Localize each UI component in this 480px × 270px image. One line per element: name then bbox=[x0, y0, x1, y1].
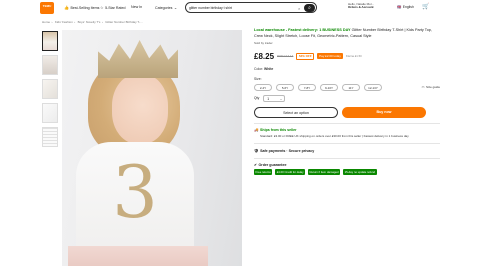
nav-new-in[interactable]: New In bbox=[131, 5, 142, 9]
close-icon[interactable]: × bbox=[298, 6, 300, 11]
size-option[interactable]: 2-4Y bbox=[254, 83, 272, 91]
safe-payments[interactable]: 🛡 Safe payments · Secure privacy bbox=[254, 149, 440, 153]
thumbnail-image[interactable] bbox=[42, 127, 58, 147]
divider bbox=[254, 157, 440, 159]
size-option[interactable]: 11Y bbox=[342, 83, 360, 91]
divider bbox=[254, 122, 440, 124]
guarantee-tag: Free returns bbox=[254, 169, 273, 175]
thumbs-up-icon: 👍 bbox=[64, 5, 69, 10]
image-crown bbox=[98, 40, 178, 78]
guarantee-tag: £4.00 Credit for delay bbox=[275, 169, 305, 175]
qty-label: Qty bbox=[254, 96, 260, 101]
product-main-image[interactable]: 3 bbox=[62, 30, 242, 266]
breadcrumb-item[interactable]: Kids' Fashion bbox=[55, 20, 73, 24]
language-label: English bbox=[402, 5, 414, 9]
top-header: TEMU 👍 Best-Selling Items ☆ 5-Star Rated… bbox=[0, 0, 480, 16]
size-option[interactable]: 9-10Y bbox=[320, 83, 338, 91]
action-buttons: Select an option Buy now bbox=[254, 106, 440, 118]
image-glitter-number: 3 bbox=[112, 150, 158, 234]
thumbnail-image[interactable] bbox=[42, 31, 58, 51]
orders-account-label: Orders & Account bbox=[348, 5, 374, 10]
temu-logo[interactable]: TEMU bbox=[40, 2, 54, 14]
breadcrumb-separator: › bbox=[51, 20, 53, 24]
search-button[interactable]: ⌕ bbox=[304, 4, 315, 12]
shield-check-icon: ✔ bbox=[254, 163, 258, 168]
product-info-panel: Local warehouse - Fastest delivery: 1 BU… bbox=[254, 28, 440, 175]
sold-by[interactable]: Sold by trader bbox=[254, 41, 440, 45]
search-input[interactable] bbox=[189, 5, 297, 11]
breadcrumb: Home › Kids' Fashion › Boys' Novelty T's › … bbox=[42, 20, 143, 24]
size-options: 2-4Y 5-6Y 7-8Y 9-10Y 11Y 12-13Y ▭ Size g… bbox=[254, 83, 440, 91]
shield-icon: 🛡 bbox=[254, 148, 259, 153]
price: £8.25 bbox=[254, 51, 275, 61]
guarantee-tag: Return if item damaged bbox=[307, 169, 341, 175]
size-option[interactable]: 7-8Y bbox=[298, 83, 316, 91]
size-guide-label: Size guide bbox=[425, 85, 440, 90]
payments-title: Safe payments · Secure privacy bbox=[260, 148, 315, 153]
color-label: Color: White bbox=[254, 67, 440, 71]
qty-value: 1 bbox=[267, 96, 270, 101]
search-bar: × ⌕ bbox=[185, 2, 317, 13]
guarantee-title: Order guarantee bbox=[258, 163, 287, 168]
breadcrumb-item[interactable]: Boys' Novelty T's bbox=[78, 20, 101, 24]
buy-now-button[interactable]: Buy now bbox=[342, 106, 426, 118]
search-icon: ⌕ bbox=[308, 5, 311, 11]
size-option[interactable]: 5-6Y bbox=[276, 83, 294, 91]
size-guide-link[interactable]: ▭ Size guide bbox=[422, 85, 440, 89]
star-icon: ☆ bbox=[100, 5, 104, 10]
nav-label: 5-Star Rated bbox=[105, 5, 126, 10]
promo-subtext: Klarna £1.50 bbox=[345, 54, 362, 59]
ruler-icon: ▭ bbox=[421, 85, 425, 90]
account-menu[interactable]: Hello, Natalie Mor... Orders & Account bbox=[348, 2, 374, 10]
quantity-row: Qty 1 ⌄ bbox=[254, 94, 440, 102]
ships-title: Ships from this seller bbox=[259, 128, 297, 133]
divider bbox=[254, 143, 440, 144]
standard-shipping: Standard: £3.00 or FREE UK shipping on o… bbox=[260, 134, 409, 139]
breadcrumb-separator: › bbox=[74, 20, 76, 24]
chevron-down-icon: ⌄ bbox=[173, 5, 178, 10]
breadcrumb-item[interactable]: Home bbox=[42, 20, 50, 24]
price-row: £8.25 RRP £17.14 53% OFF Pay £2.00 today… bbox=[254, 52, 440, 61]
color-value: White bbox=[264, 66, 274, 71]
language-selector[interactable]: 🇬🇧 English bbox=[397, 5, 414, 9]
nav-label: Categories bbox=[155, 5, 173, 10]
rrp-price: RRP £17.14 bbox=[277, 54, 294, 59]
cart-icon[interactable]: 🛒 bbox=[422, 3, 429, 10]
color-label-text: Color: bbox=[254, 66, 264, 71]
size-label: Size: bbox=[254, 76, 262, 81]
delivery-badge: Local warehouse - Fastest delivery: 1 BU… bbox=[254, 28, 351, 32]
chevron-down-icon: ⌄ bbox=[279, 96, 283, 101]
nav-best-selling[interactable]: 👍 Best-Selling Items bbox=[64, 5, 99, 10]
flag-icon: 🇬🇧 bbox=[397, 5, 402, 9]
guarantee-tags: Free returns £4.00 Credit for delay Retu… bbox=[254, 169, 440, 175]
product-title: Local warehouse - Fastest delivery: 1 BU… bbox=[254, 28, 440, 39]
thumbnail-image[interactable] bbox=[42, 79, 58, 99]
order-guarantee[interactable]: ✔ Order guarantee bbox=[254, 163, 440, 167]
nav-categories[interactable]: Categories ⌄ bbox=[155, 5, 177, 10]
quantity-select[interactable]: 1 ⌄ bbox=[263, 94, 286, 102]
discount-badge: 53% OFF bbox=[296, 52, 315, 60]
image-skirt bbox=[68, 246, 208, 266]
breadcrumb-separator: › bbox=[101, 20, 103, 24]
breadcrumb-item: Glitter Number Birthday T-... bbox=[105, 20, 143, 24]
size-option[interactable]: 12-13Y bbox=[364, 83, 382, 91]
thumbnail-image[interactable] bbox=[42, 55, 58, 75]
nav-label: Best-Selling Items bbox=[70, 5, 100, 10]
thumbnail-strip bbox=[42, 31, 58, 151]
nav-5-star[interactable]: ☆ 5-Star Rated bbox=[100, 5, 125, 10]
truck-icon: 🚚 bbox=[254, 128, 259, 133]
promo-badge[interactable]: Pay £2.00 today bbox=[317, 53, 343, 59]
ships-from-seller[interactable]: 🚚 Ships from this seller bbox=[254, 128, 440, 132]
image-face bbox=[112, 74, 168, 144]
guarantee-tag: 15-day no update refund bbox=[343, 169, 377, 175]
select-option-button[interactable]: Select an option bbox=[254, 106, 338, 118]
nav-label: New In bbox=[131, 5, 143, 9]
thumbnail-image[interactable] bbox=[42, 103, 58, 123]
